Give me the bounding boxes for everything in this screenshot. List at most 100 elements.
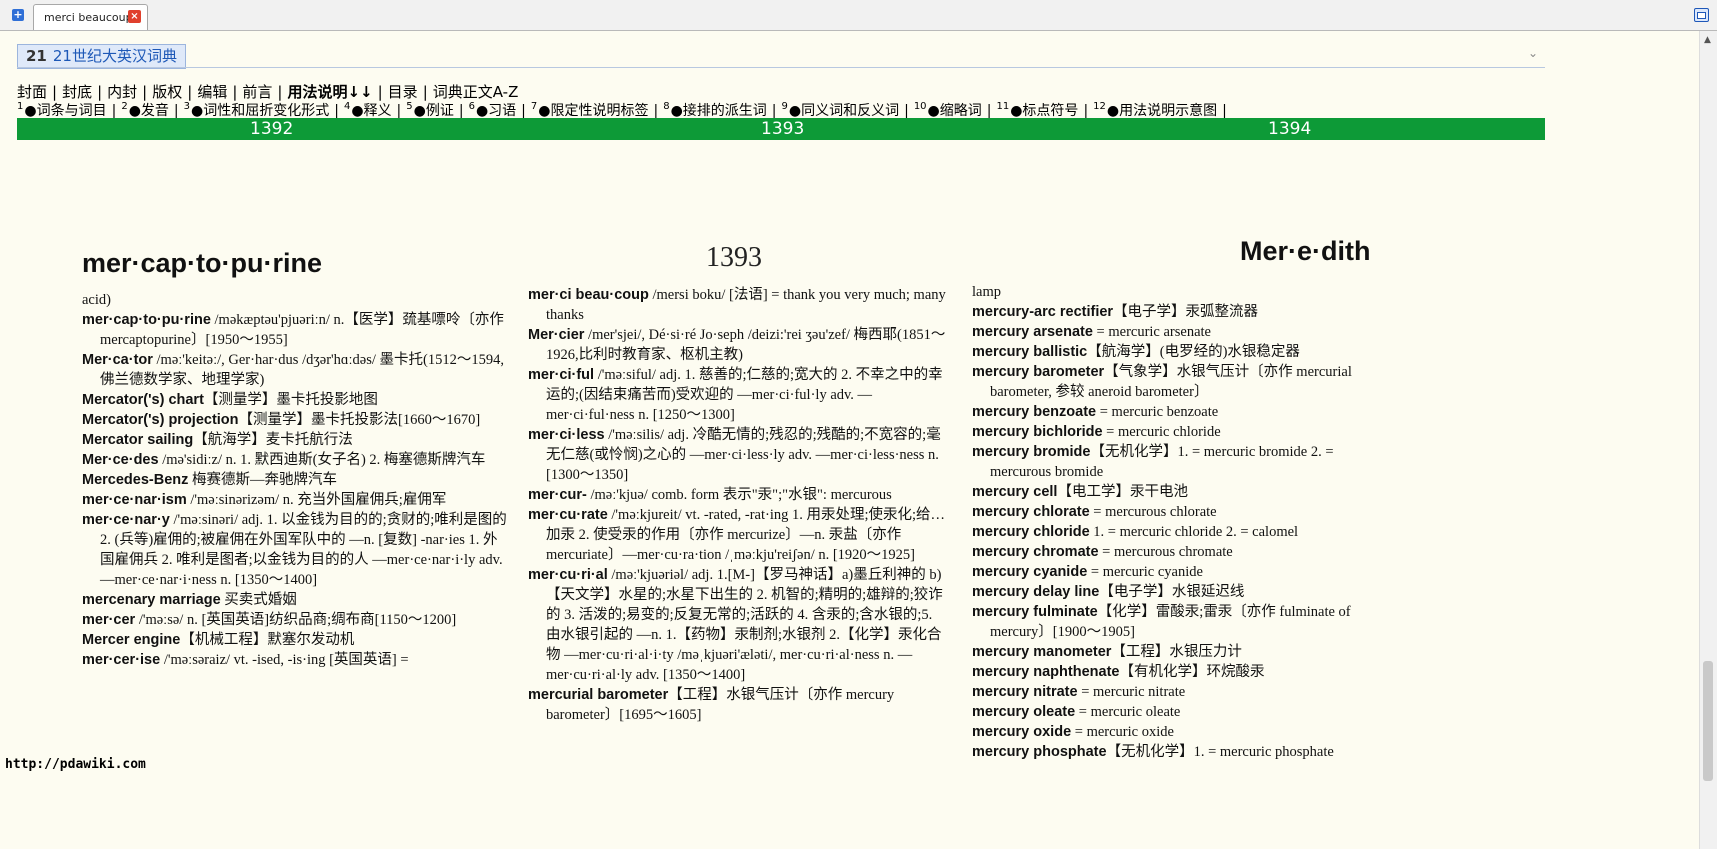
entry-headword[interactable]: mer·ce·nar·ism — [82, 492, 187, 508]
entry-headword[interactable]: mer·cur- — [528, 487, 587, 503]
entry-headword[interactable]: mer·cer·ise — [82, 652, 160, 668]
nav-link-3[interactable]: 版权 — [152, 83, 182, 101]
entry-headword[interactable]: mercury bichloride — [972, 424, 1103, 440]
usage-link-4[interactable]: 4●释义 — [344, 101, 392, 119]
usage-link-12[interactable]: 12●用法说明示意图 — [1093, 101, 1217, 119]
usage-link-7[interactable]: 7●限定性说明标签 — [531, 101, 649, 119]
dictionary-entry: mercury manometer【工程】水银压力计 — [972, 642, 1397, 662]
entry-headword[interactable]: Mer·ca·tor — [82, 352, 153, 368]
nav-link-2[interactable]: 内封 — [107, 83, 137, 101]
entry-headword[interactable]: Mer·cier — [528, 327, 584, 343]
usage-link-2[interactable]: 2●发音 — [121, 101, 169, 119]
usage-link-number: 1 — [17, 101, 24, 112]
entry-headword[interactable]: mer·cer — [82, 612, 135, 628]
entry-headword[interactable]: mercury cyanide — [972, 564, 1087, 580]
chevron-up-icon[interactable]: ▲ — [1704, 35, 1711, 45]
usage-link-label: ●词性和屈折变化形式 — [191, 103, 330, 119]
tab-merci-beaucoup[interactable]: merci beaucoup × — [33, 4, 148, 30]
usage-link-5[interactable]: 5●例证 — [406, 101, 454, 119]
entry-headword[interactable]: mercury nitrate — [972, 684, 1078, 700]
entry-headword[interactable]: mercurial barometer — [528, 687, 668, 703]
entry-headword[interactable]: Mercator('s) chart — [82, 392, 204, 408]
entry-headword[interactable]: mer·cu·ri·al — [528, 567, 608, 583]
entry-headword[interactable]: mer·ce·nar·y — [82, 512, 170, 528]
entry-headword[interactable]: mercury arsenate — [972, 324, 1093, 340]
page-number-center[interactable]: 1393 — [761, 118, 804, 140]
nav-separator: | — [187, 83, 193, 101]
dictionary-entry: Mercator('s) projection【测量学】墨卡托投影法[1660～… — [82, 410, 507, 430]
entry-headword[interactable]: mercury manometer — [972, 644, 1111, 660]
usage-link-3[interactable]: 3●词性和屈折变化形式 — [184, 101, 330, 119]
entry-headword[interactable]: Mercator sailing — [82, 432, 193, 448]
usage-link-11[interactable]: 11●标点符号 — [996, 101, 1078, 119]
usage-link-label: ●限定性说明标签 — [538, 103, 649, 119]
page-number-left[interactable]: 1392 — [250, 118, 293, 140]
nav-link-8[interactable]: 词典正文A-Z — [433, 83, 519, 101]
usage-link-1[interactable]: 1●词条与词目 — [17, 101, 107, 119]
dictionary-entry: mercury bromide【无机化学】1. = mercuric bromi… — [972, 442, 1397, 482]
usage-link-10[interactable]: 10●缩略词 — [914, 101, 982, 119]
nav-link-0[interactable]: 封面 — [17, 83, 47, 101]
entry-headword[interactable]: mer·cu·rate — [528, 507, 608, 523]
entry-headword[interactable]: mercury cell — [972, 484, 1057, 500]
usage-link-9[interactable]: 9●同义词和反义词 — [782, 101, 900, 119]
entry-headword[interactable]: mercury fulminate — [972, 604, 1098, 620]
entry-headword[interactable]: mercury-arc rectifier — [972, 304, 1113, 320]
entry-headword[interactable]: Mer·ce·des — [82, 452, 159, 468]
usage-link-label: ●缩略词 — [927, 103, 982, 119]
new-tab-icon[interactable]: + — [12, 9, 24, 21]
nav-link-5[interactable]: 前言 — [242, 83, 272, 101]
dictionary-title-tab[interactable]: 21 21世纪大英汉词典 — [17, 44, 186, 69]
entry-definition: = mercuric oleate — [1075, 704, 1181, 720]
entry-headword[interactable]: Mercator('s) projection — [82, 412, 239, 428]
entry-headword[interactable]: mercury chlorate — [972, 504, 1090, 520]
dictionary-entry: mer·ce·nar·ism /'məːsinərizəm/ n. 充当外国雇佣… — [82, 490, 507, 510]
entry-headword[interactable]: mercury oxide — [972, 724, 1071, 740]
entry-headword[interactable]: mercury phosphate — [972, 744, 1107, 760]
usage-link-8[interactable]: 8●接排的派生词 — [663, 101, 767, 119]
entry-headword[interactable]: mer·cap·to·pu·rine — [82, 312, 211, 328]
entry-definition: 买卖式婚姻 — [220, 592, 297, 608]
entry-headword[interactable]: mercury oleate — [972, 704, 1075, 720]
entry-headword[interactable]: mercury chloride — [972, 524, 1090, 540]
close-tab-icon[interactable]: × — [128, 10, 141, 23]
usage-link-number: 11 — [996, 101, 1010, 112]
dictionary-entry: mercury oxide = mercuric oxide — [972, 722, 1397, 742]
entry-headword[interactable]: mercury bromide — [972, 444, 1090, 460]
dictionary-entry: lamp — [972, 282, 1397, 302]
entry-headword[interactable]: mercury chromate — [972, 544, 1099, 560]
entry-headword[interactable]: mer·ci beau·coup — [528, 287, 649, 303]
nav-link-6[interactable]: 用法说明↓↓ — [287, 83, 372, 101]
dictionary-entry: Mercer engine【机械工程】默塞尔发动机 — [82, 630, 507, 650]
entry-headword[interactable]: mercury naphthenate — [972, 664, 1119, 680]
entry-headword[interactable]: mercenary marriage — [82, 592, 221, 608]
nav-separator: | — [1083, 103, 1089, 119]
nav-link-1[interactable]: 封底 — [62, 83, 92, 101]
entry-headword[interactable]: mercury delay line — [972, 584, 1099, 600]
dictionary-entry: mercury chloride 1. = mercuric chloride … — [972, 522, 1397, 542]
restore-window-icon[interactable] — [1694, 8, 1709, 22]
dictionary-entry: Mercator sailing【航海学】麦卡托航行法 — [82, 430, 507, 450]
entry-definition: 1. = mercuric chloride 2. = calomel — [1089, 524, 1299, 540]
nav-separator: | — [1222, 103, 1227, 119]
nav-link-7[interactable]: 目录 — [388, 83, 418, 101]
entry-headword[interactable]: mercury barometer — [972, 364, 1104, 380]
entry-headword[interactable]: Mercer engine — [82, 632, 180, 648]
vertical-scrollbar[interactable]: ▲ — [1699, 31, 1717, 849]
dictionary-entry: acid) — [82, 290, 507, 310]
dictionary-entry: mercury phosphate【无机化学】1. = mercuric pho… — [972, 742, 1397, 762]
entry-headword[interactable]: mer·ci·less — [528, 427, 605, 443]
entry-definition: 【航海学】麦卡托航行法 — [193, 432, 353, 448]
entry-headword[interactable]: Mercedes-Benz — [82, 472, 188, 488]
entry-headword[interactable]: mercury benzoate — [972, 404, 1096, 420]
dictionary-entry: mercury delay line【电子学】水银延迟线 — [972, 582, 1397, 602]
page-number-right[interactable]: 1394 — [1268, 118, 1311, 140]
scrollbar-thumb[interactable] — [1703, 661, 1713, 781]
entry-headword[interactable]: mer·ci·ful — [528, 367, 594, 383]
nav-link-4[interactable]: 编辑 — [197, 83, 227, 101]
dictionary-entry: mercury fulminate【化学】雷酸汞;雷汞〔亦作 fulminate… — [972, 602, 1397, 642]
entry-headword[interactable]: mercury ballistic — [972, 344, 1087, 360]
chevron-down-icon[interactable]: ⌄ — [1528, 46, 1538, 60]
dictionary-entry: mer·cur- /məː'kjuə/ comb. form 表示"汞";"水银… — [528, 485, 950, 505]
usage-link-6[interactable]: 6●习语 — [469, 101, 517, 119]
